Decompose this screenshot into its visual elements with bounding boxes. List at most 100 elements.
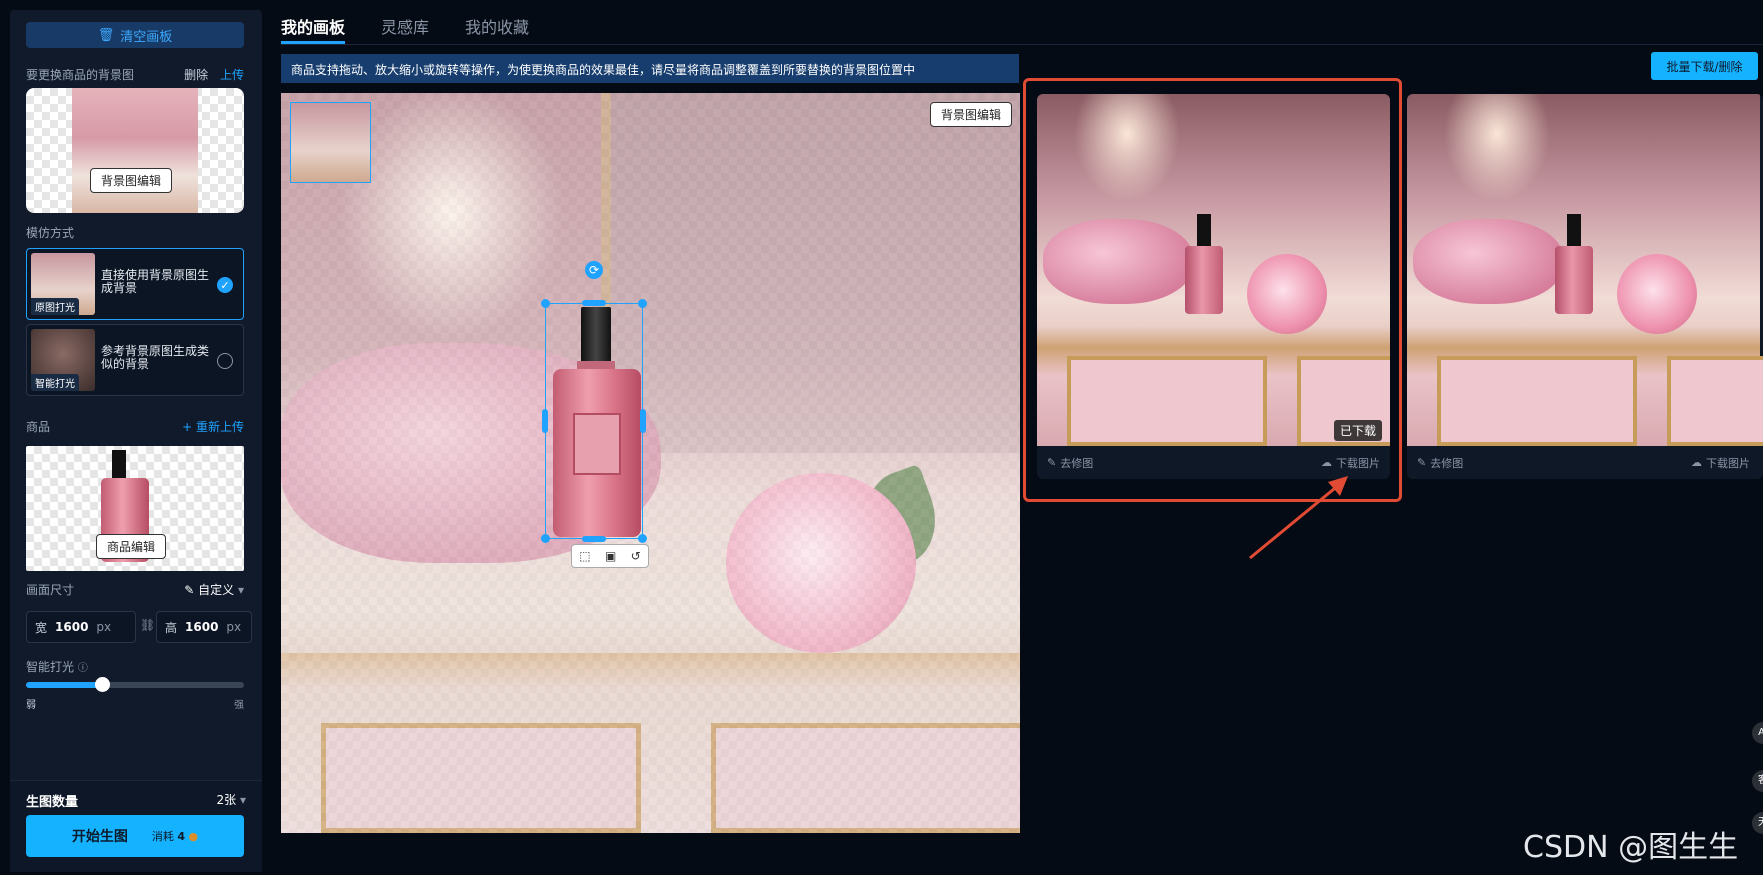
canvas-size-label: 画面尺寸 <box>26 583 75 597</box>
result-footer: ✎ 去修图 ☁ 下载图片 <box>1407 446 1760 479</box>
edit-icon: ✎ <box>1417 456 1427 469</box>
mode-description: 参考背景原图生成类似的背景 <box>101 344 210 371</box>
remove-bg-icon[interactable]: ⬚ <box>579 549 590 563</box>
product-reupload-link[interactable]: + 重新上传 <box>182 418 244 435</box>
side-bubble[interactable]: 客 <box>1752 770 1763 792</box>
mode-description: 直接使用背景原图生成背景 <box>101 268 210 295</box>
side-bubble[interactable]: 天 <box>1752 812 1763 834</box>
link-icon[interactable]: ⛓ <box>140 618 155 632</box>
height-key: 高 <box>165 620 178 635</box>
count-label: 生图数量 <box>26 795 79 810</box>
bg-section-actions: 删除 上传 <box>184 66 244 83</box>
canvas-bg-edit-button[interactable]: 背景图编辑 <box>929 102 1012 127</box>
fit-icon[interactable]: ▣ <box>605 549 616 563</box>
chevron-down-icon: ▾ <box>237 583 244 597</box>
product-thumb-cap <box>112 450 126 480</box>
count-select[interactable]: 2张 ▾ <box>217 791 247 808</box>
bg-edit-button[interactable]: 背景图编辑 <box>90 168 173 193</box>
count-value: 2张 <box>216 793 237 807</box>
coin-icon: ● <box>188 830 199 843</box>
result-image[interactable] <box>1407 94 1763 446</box>
lighting-slider[interactable] <box>26 677 244 692</box>
product-toolbar: ⬚ ▣ ↺ <box>571 544 649 568</box>
height-value: 1600 <box>185 620 219 634</box>
clear-canvas-button[interactable]: 🗑 清空画板 <box>26 22 244 48</box>
retouch-link[interactable]: ✎ 去修图 <box>1417 455 1463 471</box>
retouch-label: 去修图 <box>1430 456 1464 470</box>
width-value: 1600 <box>55 620 89 634</box>
lighting-label: 智能打光 ⓘ <box>26 658 88 675</box>
download-label: 下载图片 <box>1706 456 1750 470</box>
pencil-icon: ✎ <box>184 583 195 597</box>
width-field[interactable]: 宽 1600 px <box>26 611 136 643</box>
tab-favorites[interactable]: 我的收藏 <box>465 14 529 44</box>
height-unit: px <box>226 620 242 634</box>
resize-handle-top[interactable] <box>582 300 606 306</box>
mode-thumbnail: 智能打光 <box>31 329 95 391</box>
batch-download-delete-button[interactable]: 批量下载/删除 <box>1651 52 1758 80</box>
background-thumbnail <box>72 88 198 213</box>
mode-tag: 原图打光 <box>31 298 79 315</box>
width-unit: px <box>96 620 112 634</box>
resize-handle-bottom[interactable] <box>582 536 606 542</box>
resize-handle-br[interactable] <box>638 534 647 543</box>
result-card[interactable]: ✎ 去修图 ☁ 下载图片 <box>1407 94 1763 479</box>
resize-handle-left[interactable] <box>542 409 548 433</box>
lighting-slider-handle[interactable] <box>95 677 111 692</box>
radio-checked-icon[interactable]: ✓ <box>217 277 233 293</box>
result-rose <box>1617 254 1697 334</box>
mode-card-smart-lighting[interactable]: 智能打光 参考背景原图生成类似的背景 <box>26 324 244 396</box>
download-link[interactable]: ☁ 下载图片 <box>1691 455 1750 471</box>
canvas-mini-thumbnail[interactable] <box>290 102 371 183</box>
canvas-tip-banner: 商品支持拖动、放大缩小或旋转等操作，为使更换商品的效果最佳，请尽量将商品调整覆盖… <box>281 54 1019 83</box>
trash-icon: 🗑 <box>97 27 115 43</box>
rotate-icon[interactable]: ⟳ <box>585 261 603 279</box>
product-reupload-label: + 重新上传 <box>182 420 244 434</box>
resize-handle-tr[interactable] <box>638 299 647 308</box>
bg-section-label: 要更换商品的背景图 <box>26 68 135 82</box>
tab-inspiration[interactable]: 灵感库 <box>381 14 429 44</box>
clear-canvas-label: 清空画板 <box>120 29 173 45</box>
start-label: 开始生图 <box>71 829 128 845</box>
mode-card-original-lighting[interactable]: 原图打光 直接使用背景原图生成背景 ✓ <box>26 248 244 320</box>
side-bubble[interactable]: AI <box>1752 722 1763 744</box>
custom-size-label: 自定义 <box>198 583 235 597</box>
product-edit-button[interactable]: 商品编辑 <box>96 534 167 559</box>
background-preview[interactable]: 背景图编辑 <box>26 88 244 213</box>
cost-label: 消耗 <box>151 830 174 843</box>
mode-thumbnail: 原图打光 <box>31 253 95 315</box>
bg-delete-link[interactable]: 删除 <box>184 68 208 82</box>
product-section-label: 商品 <box>26 420 51 434</box>
lighting-slider-fill <box>26 682 103 688</box>
main-tabs: 我的画板 灵感库 我的收藏 <box>281 14 529 46</box>
cost-info: 消耗 4 ● <box>152 828 198 844</box>
annotation-arrow-icon <box>1249 476 1348 560</box>
sidebar: 🗑 清空画板 要更换商品的背景图 删除 上传 背景图编辑 模仿方式 原图打光 直… <box>10 10 262 872</box>
mimic-mode-label: 模仿方式 <box>26 226 75 240</box>
result-pillow <box>1413 219 1563 304</box>
resize-handle-bl[interactable] <box>541 534 550 543</box>
transparency-overlay <box>281 93 1020 833</box>
lighting-strong-label: 强 <box>234 700 244 711</box>
watermark: CSDN @图生生 <box>1523 830 1739 865</box>
width-key: 宽 <box>35 620 48 635</box>
editing-canvas[interactable]: 背景图编辑 ⟳ ⬚ ▣ ↺ <box>281 93 1020 833</box>
cloud-download-icon: ☁ <box>1691 456 1702 469</box>
result-drawer <box>1667 356 1763 446</box>
resize-handle-tl[interactable] <box>541 299 550 308</box>
cost-value: 4 <box>177 830 186 843</box>
product-preview[interactable]: 商品编辑 <box>26 446 244 571</box>
lighting-weak-label: 弱 <box>26 700 36 711</box>
reset-icon[interactable]: ↺ <box>631 549 641 563</box>
bg-upload-link[interactable]: 上传 <box>220 68 244 82</box>
radio-unchecked-icon[interactable] <box>217 353 233 369</box>
resize-handle-right[interactable] <box>640 409 646 433</box>
generate-panel: 生图数量 2张 ▾ 开始生图 消耗 4 ● <box>10 780 262 872</box>
start-generate-button[interactable]: 开始生图 消耗 4 ● <box>26 815 244 857</box>
help-icon[interactable]: ⓘ <box>78 663 88 674</box>
tab-my-canvas[interactable]: 我的画板 <box>281 14 346 44</box>
custom-size-dropdown[interactable]: ✎ 自定义 ▾ <box>184 581 244 598</box>
height-field[interactable]: 高 1600 px <box>156 611 252 643</box>
lighting-label-text: 智能打光 <box>26 660 75 674</box>
selection-box <box>545 303 643 539</box>
